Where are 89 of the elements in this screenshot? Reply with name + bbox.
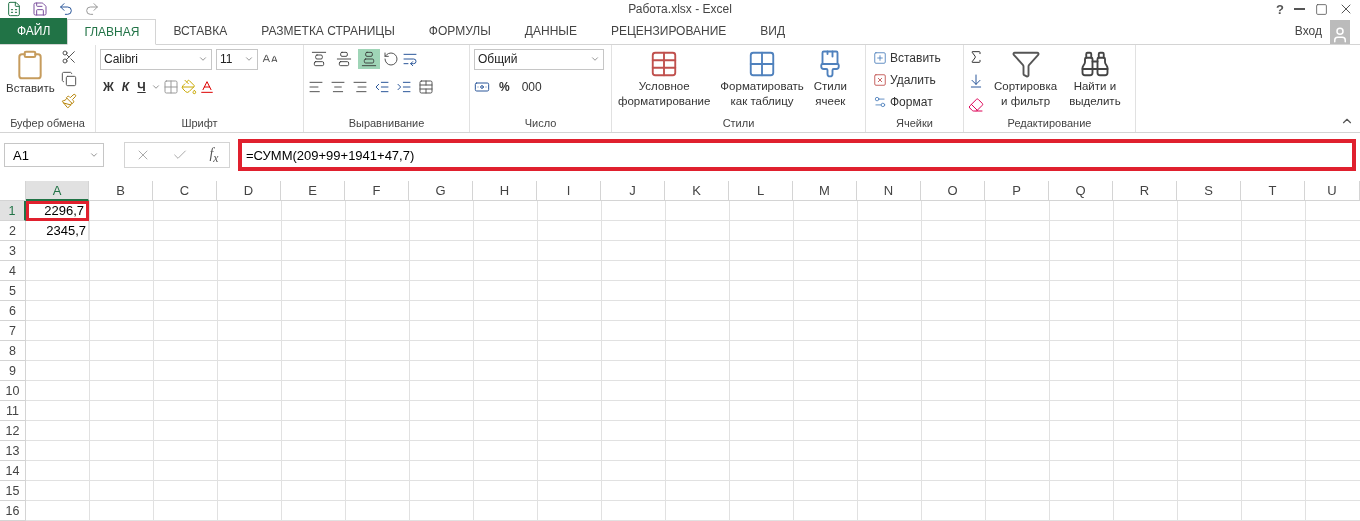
row-header[interactable]: 16	[0, 501, 26, 521]
group-label: Буфер обмена	[9, 116, 86, 131]
redo-icon	[84, 1, 100, 18]
styles-button[interactable]: Условное форматирование	[616, 48, 713, 109]
underline-button[interactable]: Ч	[134, 77, 149, 96]
row-header[interactable]: 14	[0, 461, 26, 481]
undo-icon	[58, 1, 74, 18]
column-header[interactable]: O	[921, 181, 985, 201]
bold-button[interactable]: Ж	[100, 77, 117, 96]
group-label: Ячейки	[895, 116, 934, 131]
percent-button[interactable]: %	[496, 77, 513, 96]
eraser-icon	[968, 96, 984, 113]
row-header[interactable]: 2	[0, 221, 26, 241]
font-color-icon	[198, 78, 215, 95]
borders-icon	[162, 78, 179, 95]
cells-button[interactable]: Вставить	[870, 48, 944, 67]
group-label: Число	[523, 116, 558, 131]
column-header[interactable]: L	[729, 181, 793, 201]
number-format-field[interactable]: Общий	[474, 48, 604, 70]
row-header[interactable]: 6	[0, 301, 26, 321]
column-header[interactable]: J	[601, 181, 665, 201]
paste-button[interactable]: Вставить	[4, 48, 57, 96]
column-header[interactable]: S	[1177, 181, 1241, 201]
file-tab[interactable]: ФАЙЛ	[0, 17, 68, 44]
brush-icon	[60, 92, 77, 109]
save-icon	[32, 1, 48, 18]
column-header[interactable]: N	[857, 181, 921, 201]
font-name-field[interactable]: Calibri	[100, 48, 212, 70]
column-header[interactable]: Q	[1049, 181, 1113, 201]
column-header[interactable]: D	[217, 181, 281, 201]
vertical-align-button[interactable]	[358, 48, 380, 69]
column-header[interactable]: K	[665, 181, 729, 201]
caret-icon	[89, 150, 99, 160]
help-button[interactable]: ?	[1276, 1, 1284, 17]
row-header[interactable]: 11	[0, 401, 26, 421]
group-label: Шрифт	[180, 116, 219, 131]
delete-icon	[873, 72, 887, 87]
sum-icon	[968, 48, 984, 65]
thousands-button[interactable]: 000	[518, 77, 545, 96]
row-header[interactable]: 9	[0, 361, 26, 381]
row-header[interactable]: 7	[0, 321, 26, 341]
column-header[interactable]: T	[1241, 181, 1305, 201]
formula-field[interactable]: =СУММ(209+99+1941+47,7)	[238, 139, 1356, 171]
window-title: Работа.xlsx - Excel	[628, 2, 732, 17]
column-header[interactable]: P	[985, 181, 1049, 201]
row-header[interactable]: 12	[0, 421, 26, 441]
column-header[interactable]: A	[26, 181, 89, 201]
column-header[interactable]: I	[537, 181, 601, 201]
minimize-icon[interactable]	[1294, 8, 1305, 11]
column-header[interactable]: H	[473, 181, 537, 201]
column-header[interactable]: B	[89, 181, 153, 201]
row-header[interactable]: 15	[0, 481, 26, 501]
restore-icon	[1315, 2, 1328, 16]
column-header[interactable]: M	[793, 181, 857, 201]
row-header[interactable]: 1	[0, 201, 26, 221]
column-header[interactable]: G	[409, 181, 473, 201]
insert-icon	[873, 50, 887, 65]
font-size-field[interactable]: 11	[216, 48, 258, 70]
row-header[interactable]: 3	[0, 241, 26, 261]
table-cell: 2296,7	[26, 201, 89, 221]
row-header[interactable]: 13	[0, 441, 26, 461]
excel-logo-icon	[6, 1, 22, 18]
sign-in-link[interactable]: Вход	[1294, 24, 1322, 39]
fill-down-icon	[968, 72, 984, 89]
row-header[interactable]: 10	[0, 381, 26, 401]
column-header[interactable]: E	[281, 181, 345, 201]
copy-icon	[60, 70, 77, 87]
cells-button[interactable]: Удалить	[870, 70, 939, 89]
name-box[interactable]: A1	[4, 143, 104, 167]
column-header[interactable]: F	[345, 181, 409, 201]
italic-button[interactable]: К	[118, 77, 133, 96]
group-label: Выравнивание	[347, 116, 426, 131]
fill-color-icon	[180, 78, 197, 95]
column-header[interactable]: U	[1305, 181, 1360, 201]
column-header[interactable]: C	[153, 181, 217, 201]
editing-button[interactable]: Найти и выделить	[1067, 48, 1123, 109]
row-header[interactable]: 4	[0, 261, 26, 281]
row-header[interactable]: 5	[0, 281, 26, 301]
insert-function-button[interactable]: f$_{x}$	[209, 145, 219, 165]
editing-button[interactable]: Сортировка и фильтр	[992, 48, 1060, 109]
group-label: Редактирование	[1006, 116, 1093, 131]
scissors-icon	[60, 48, 77, 65]
group-label: Стили	[721, 116, 756, 131]
cells-button[interactable]: Формат	[870, 92, 936, 111]
column-header[interactable]: R	[1113, 181, 1177, 201]
styles-button[interactable]: Форматировать как таблицу	[718, 48, 806, 109]
ribbon-tab[interactable]: ГЛАВНАЯ	[67, 18, 157, 45]
row-header[interactable]: 8	[0, 341, 26, 361]
styles-button[interactable]: Стили ячеек	[811, 48, 849, 109]
